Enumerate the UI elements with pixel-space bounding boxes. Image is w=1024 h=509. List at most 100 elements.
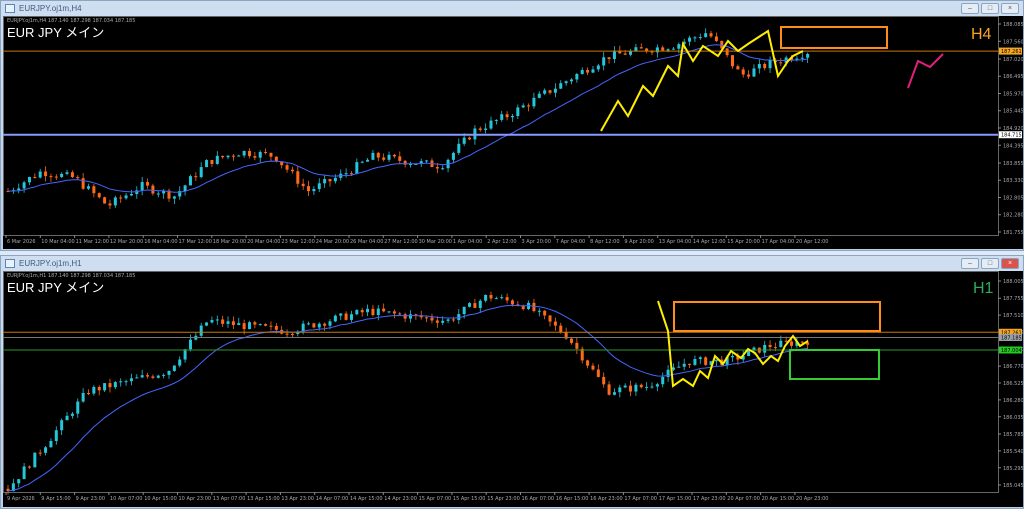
candle <box>333 315 337 322</box>
time-tick-label: 17 Apr 07:00 <box>624 496 657 502</box>
candle <box>473 303 477 308</box>
candle <box>119 381 123 383</box>
candle <box>731 355 734 358</box>
candle <box>468 137 472 140</box>
candle <box>349 173 353 175</box>
symbol-label: EUR JPY メイン <box>7 280 104 295</box>
price-tick-label: 185.445 <box>1003 109 1023 115</box>
candle <box>344 313 348 320</box>
price-tick-label: 187.510 <box>1003 313 1023 319</box>
time-tick-label: 17 Mar 12:00 <box>179 239 212 245</box>
time-tick-label: 18 Mar 20:00 <box>213 239 246 245</box>
candle <box>49 176 53 178</box>
title-bar[interactable]: EURJPY.oj1m,H4 <box>1 1 1023 16</box>
candle <box>570 338 573 343</box>
close-button[interactable]: × <box>1001 258 1019 269</box>
candle <box>714 36 718 41</box>
h1-chart[interactable]: EURJPY.oj1m,H1 187.140 187.298 187.034 1… <box>3 271 1023 507</box>
candle <box>382 308 386 312</box>
time-tick-label: 15 Apr 07:00 <box>419 496 452 502</box>
candle <box>677 366 681 368</box>
candle <box>17 188 21 191</box>
candle <box>221 155 225 158</box>
candle <box>290 333 294 335</box>
time-tick-label: 2 Apr 12:00 <box>487 239 516 245</box>
candle <box>307 186 311 192</box>
h4-chart[interactable]: EURJPY.oj1m,H4 187.140 187.298 187.034 1… <box>3 16 1023 249</box>
minimize-button[interactable]: – <box>961 3 979 14</box>
candle <box>650 51 654 53</box>
candle <box>462 306 466 315</box>
minimize-button[interactable]: – <box>961 258 979 269</box>
candle <box>537 93 541 98</box>
candle <box>709 33 713 37</box>
candle <box>510 300 514 305</box>
candle <box>140 375 144 378</box>
candle <box>60 173 64 178</box>
candle <box>76 401 80 414</box>
candle <box>22 182 26 189</box>
candle <box>285 333 289 335</box>
price-tick-label: 187.755 <box>1003 296 1023 302</box>
candle <box>312 189 316 192</box>
candle <box>688 37 692 42</box>
time-tick-label: 14 Apr 23:00 <box>384 496 417 502</box>
candle <box>76 177 80 179</box>
candle <box>639 384 643 388</box>
candle <box>387 154 391 160</box>
candle <box>623 385 627 388</box>
time-tick-label: 16 Mar 04:00 <box>144 239 177 245</box>
candle <box>623 53 627 55</box>
candle <box>500 114 504 120</box>
candle <box>178 359 182 366</box>
title-bar[interactable]: EURJPY.oj1m,H1 <box>1 256 1023 271</box>
plot-border <box>3 16 999 236</box>
price-tick-label: 188.005 <box>1003 279 1023 285</box>
time-tick-label: 15 Apr 15:00 <box>453 496 486 502</box>
maximize-button[interactable]: □ <box>981 3 999 14</box>
candle <box>146 182 150 186</box>
candle <box>505 114 509 118</box>
candle <box>510 115 514 118</box>
candle <box>537 310 541 312</box>
candle <box>242 150 246 156</box>
candle <box>489 294 493 299</box>
candle <box>430 317 434 321</box>
candle <box>205 322 209 326</box>
candle <box>376 152 380 158</box>
candle <box>693 37 697 39</box>
price-marker-label: 187.004 <box>1001 348 1022 354</box>
candle <box>698 357 702 359</box>
candle <box>553 88 557 93</box>
maximize-button[interactable]: □ <box>981 258 999 269</box>
candle <box>618 387 622 393</box>
time-tick-label: 14 Apr 07:00 <box>316 496 349 502</box>
candle <box>333 177 337 182</box>
candle <box>570 79 573 82</box>
candle <box>398 313 402 315</box>
close-button[interactable]: × <box>1001 3 1019 14</box>
candle <box>484 128 488 130</box>
price-tick-label: 185.540 <box>1003 449 1023 455</box>
candle <box>146 375 150 377</box>
candle <box>274 325 278 330</box>
time-tick-label: 12 Mar 20:00 <box>110 239 143 245</box>
time-tick-label: 10 Apr 15:00 <box>144 496 177 502</box>
candle <box>779 340 783 348</box>
candle <box>27 177 31 183</box>
candle <box>451 319 455 321</box>
candle <box>360 161 364 163</box>
time-tick-label: 3 Apr 20:00 <box>522 239 551 245</box>
candle <box>806 53 810 58</box>
candle <box>671 48 675 50</box>
candle <box>81 393 85 402</box>
candle <box>92 186 96 194</box>
candle <box>462 137 466 144</box>
price-tick-label: 186.495 <box>1003 74 1023 80</box>
candle <box>409 314 412 319</box>
candle <box>264 324 268 326</box>
candle <box>264 152 268 154</box>
chart-window-icon <box>5 4 15 13</box>
candle <box>205 160 209 168</box>
candle <box>113 382 117 388</box>
